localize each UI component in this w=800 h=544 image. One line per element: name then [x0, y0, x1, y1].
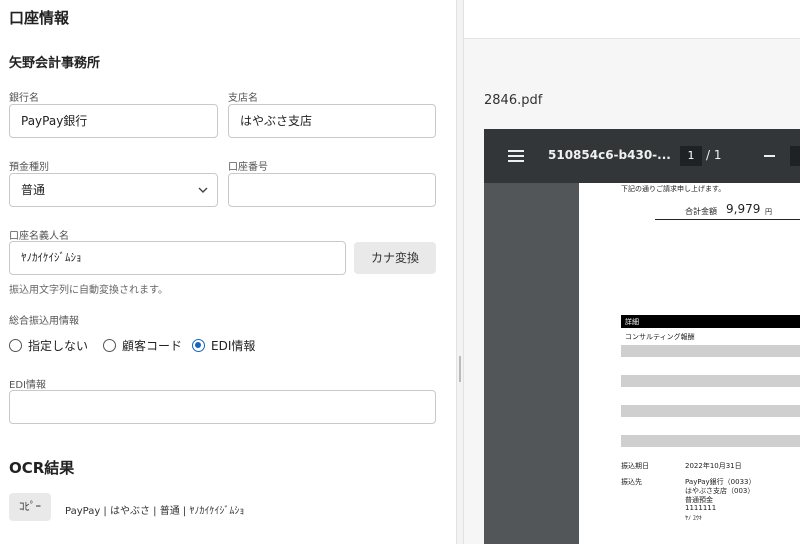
due-value: 2022年10月31日: [685, 462, 742, 470]
zoom-out-icon[interactable]: [764, 155, 775, 157]
kana-convert-button[interactable]: カナ変換: [354, 242, 436, 274]
branch-label: 支店名: [228, 93, 258, 104]
pdf-doc-title: 510854c6-b430-...: [548, 148, 671, 162]
detail-row-shade: [621, 345, 800, 357]
pdf-page: 下記の通りご請求申し上げます。 合計金額 9,979 円 詳細 コンサルティング…: [579, 183, 800, 544]
company-name: 矢野会計事務所: [9, 56, 101, 71]
radio-customer-code[interactable]: 顧客コード: [103, 337, 182, 354]
detail-row-shade: [621, 435, 800, 447]
ocr-result-text: PayPay | はやぶさ | 普通 | ﾔﾉｶｲｹｲｼﾞﾑｼｮ: [65, 506, 245, 517]
bank-label: 銀行名: [9, 93, 39, 104]
account-number-label: 口座番号: [228, 162, 268, 173]
account-number-input[interactable]: [228, 173, 436, 207]
account-type-select[interactable]: 普通: [9, 173, 218, 207]
total-label: 合計金額: [685, 207, 717, 216]
app-root: 口座情報 矢野会計事務所 銀行名 PayPay銀行 支店名 はやぶさ支店 預金種…: [0, 0, 800, 544]
detail-row-shade: [621, 375, 800, 387]
radio-edi-indicator: [192, 339, 205, 352]
menu-icon[interactable]: [508, 150, 524, 162]
transfer-info-label: 総合振込用情報: [9, 316, 79, 327]
edi-label: EDI情報: [9, 380, 46, 391]
invoice-intro: 下記の通りご請求申し上げます。: [621, 185, 726, 193]
dest-line: ﾔﾉ ﾕｳｷ: [685, 515, 702, 522]
holder-label: 口座名義人名: [9, 231, 69, 242]
preview-panel: 2846.pdf 510854c6-b430-... 1 / 1 下記の通りご請…: [464, 0, 800, 544]
holder-hint: 振込用文字列に自動変換されます。: [9, 285, 168, 296]
pdf-toolbar: 510854c6-b430-... 1 / 1: [484, 129, 800, 183]
account-form-panel: 口座情報 矢野会計事務所 銀行名 PayPay銀行 支店名 はやぶさ支店 預金種…: [0, 0, 456, 544]
chevron-down-icon: [198, 187, 208, 193]
radio-none[interactable]: 指定しない: [9, 337, 88, 354]
ocr-title: OCR結果: [9, 459, 75, 477]
page-total: / 1: [706, 148, 722, 162]
detail-item: コンサルティング報酬: [625, 333, 695, 341]
radio-edi[interactable]: EDI情報: [192, 337, 255, 354]
radio-customer-code-indicator: [103, 339, 116, 352]
branch-input[interactable]: はやぶさ支店: [228, 104, 436, 138]
edi-input[interactable]: [9, 390, 436, 424]
splitter-grip-icon[interactable]: [459, 356, 461, 382]
detail-row-shade: [621, 405, 800, 417]
preview-topbar: [464, 0, 800, 39]
total-unit: 円: [765, 208, 772, 216]
detail-header-bar: 詳細: [621, 315, 800, 328]
account-type-label: 預金種別: [9, 162, 49, 173]
radio-edi-label: EDI情報: [211, 339, 256, 353]
radio-none-indicator: [9, 339, 22, 352]
account-type-value: 普通: [21, 183, 46, 197]
radio-customer-code-label: 顧客コード: [122, 339, 183, 353]
page-number-input[interactable]: 1: [680, 146, 702, 166]
dest-line: 1111111: [685, 504, 717, 512]
zoom-input[interactable]: [790, 146, 800, 166]
due-label: 振込期日: [621, 462, 649, 470]
radio-none-label: 指定しない: [28, 339, 89, 353]
total-underline: [655, 219, 800, 220]
copy-button[interactable]: ｺﾋﾟｰ: [9, 493, 51, 521]
file-name: 2846.pdf: [484, 93, 543, 108]
pdf-viewer: 510854c6-b430-... 1 / 1 下記の通りご請求申し上げます。 …: [484, 129, 800, 544]
detail-header: 詳細: [625, 318, 639, 326]
total-value: 9,979: [726, 202, 761, 216]
holder-input[interactable]: ﾔﾉｶｲｹｲｼﾞﾑｼｮ: [9, 241, 346, 275]
bank-input[interactable]: PayPay銀行: [9, 104, 218, 138]
dest-label: 振込先: [621, 478, 642, 486]
panel-splitter[interactable]: [456, 0, 464, 544]
section-title: 口座情報: [9, 9, 70, 27]
